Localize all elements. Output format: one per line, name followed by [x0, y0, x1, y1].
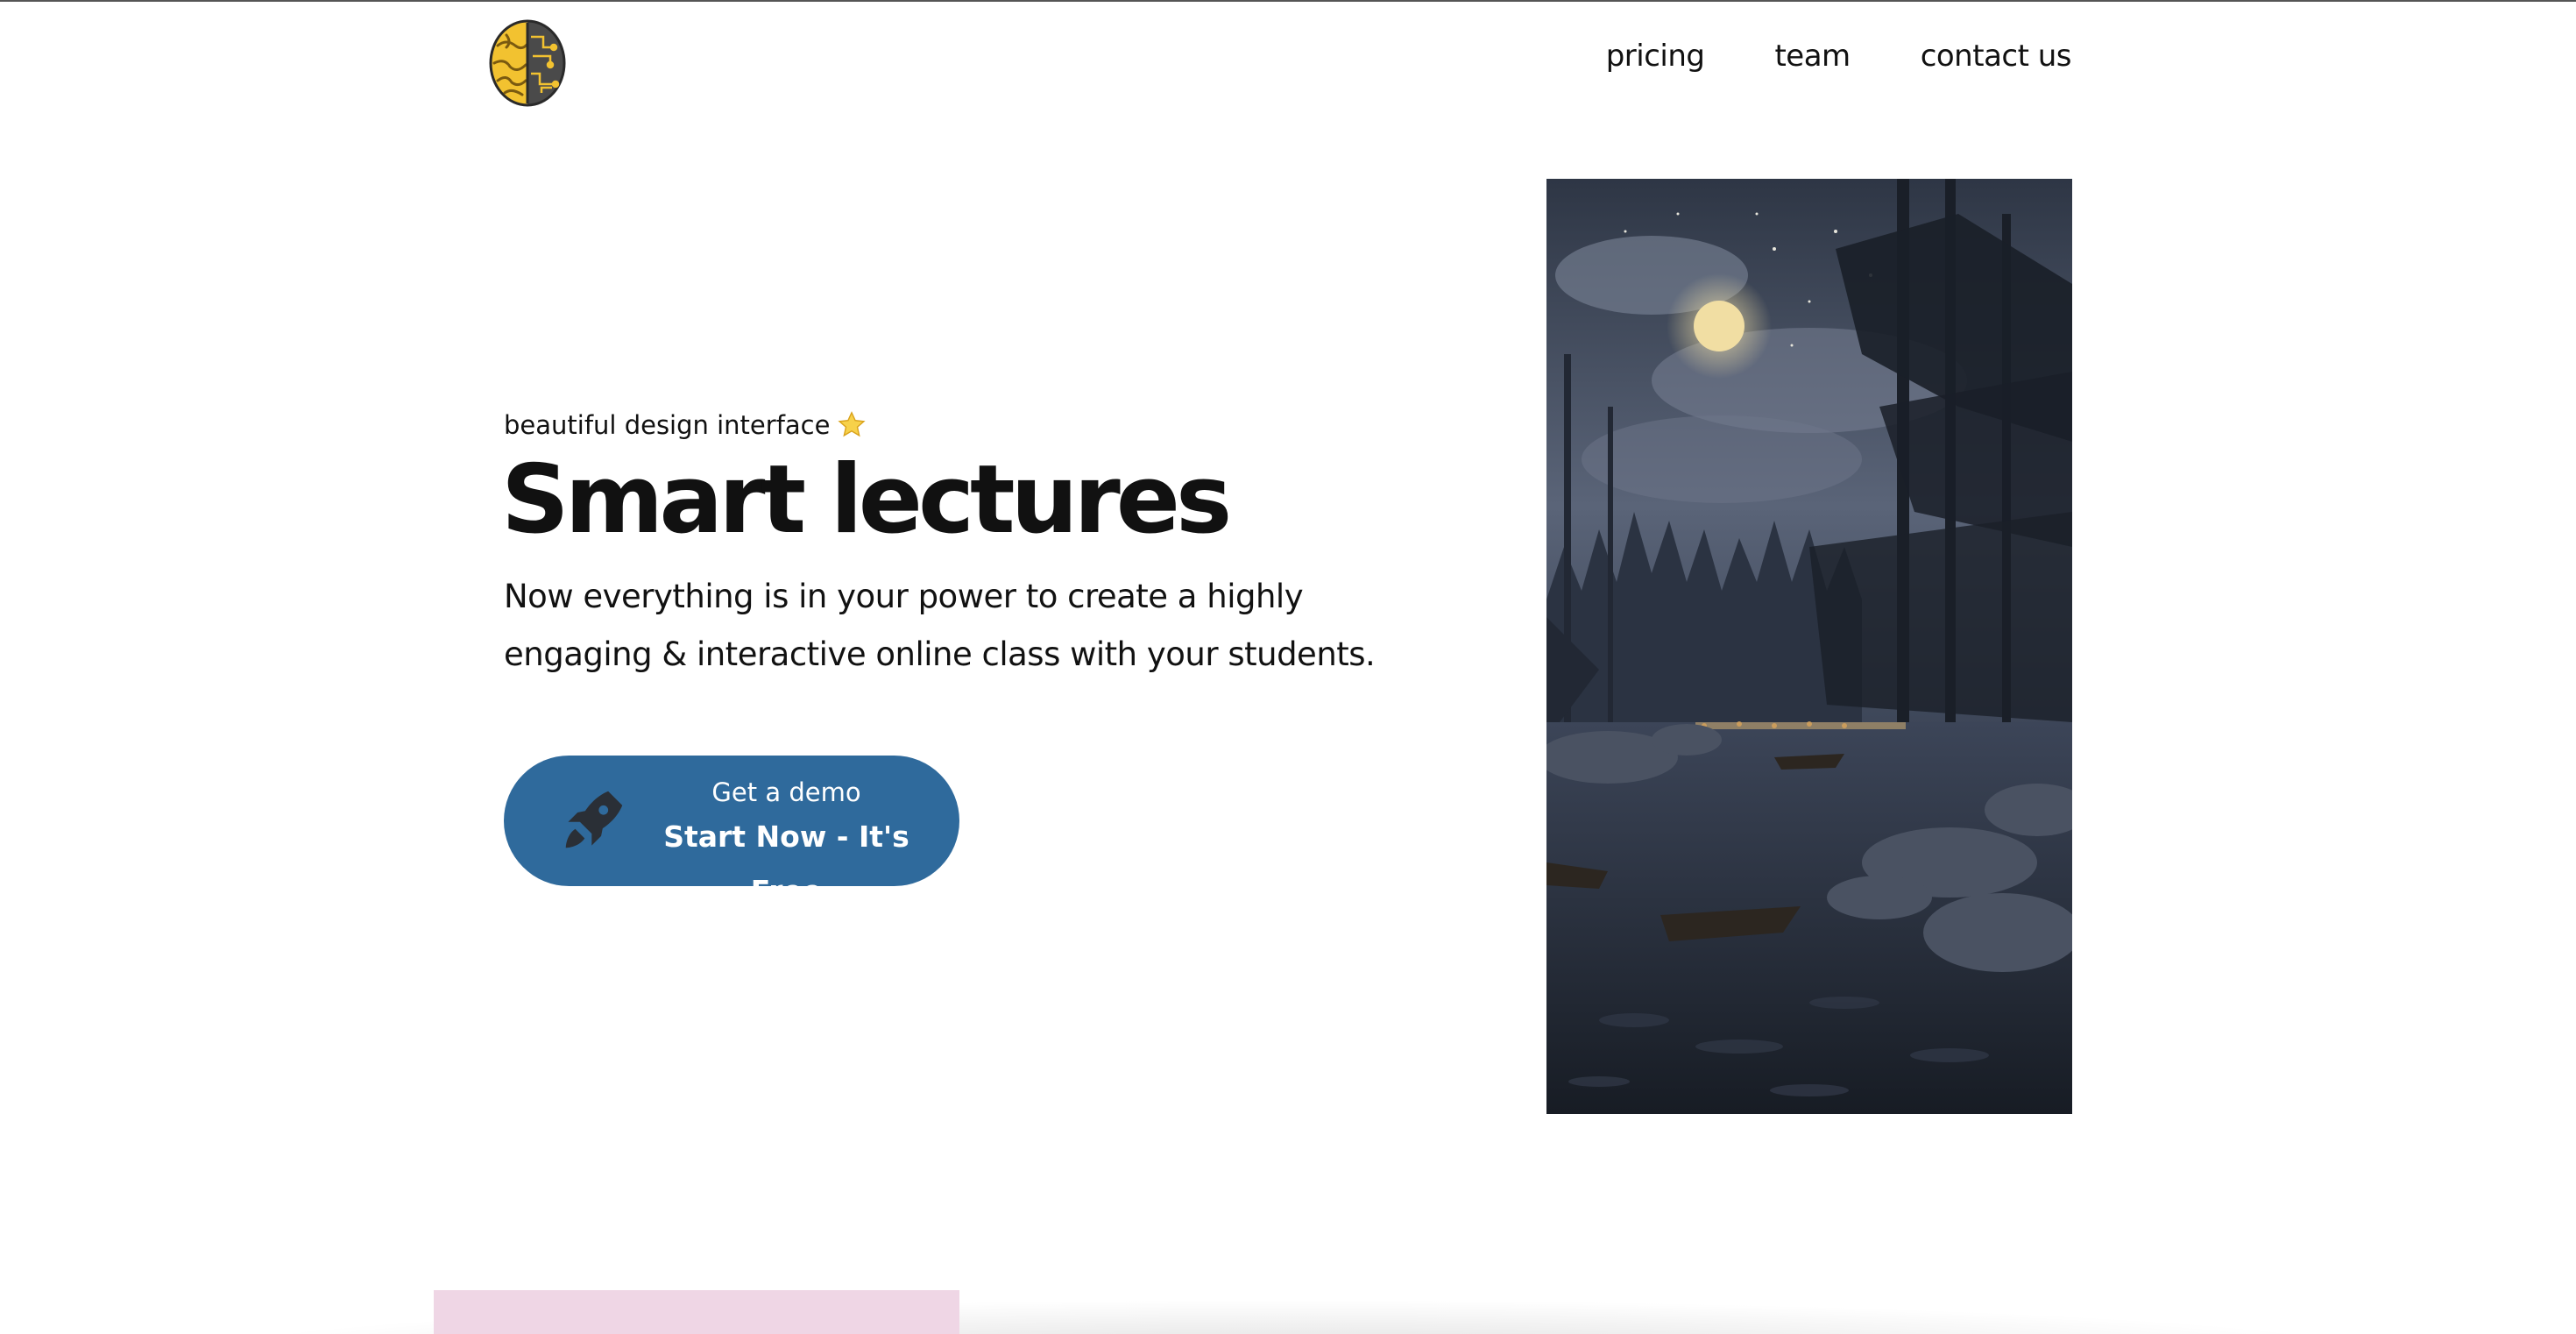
hero-description: Now everything is in your power to creat…	[504, 578, 1376, 673]
landing-page: pricing team contact us beautiful design…	[0, 0, 2576, 1334]
night-lake-illustration	[1546, 179, 2072, 1114]
start-now-button[interactable]: Get a demo Start Now - It's Free	[504, 756, 959, 908]
nav-team-link[interactable]: team	[1774, 39, 1851, 74]
nav-pricing-link[interactable]: pricing	[1606, 39, 1705, 74]
cta-main-label: Start Now - It's Free	[663, 820, 909, 908]
star-icon	[837, 410, 867, 440]
top-nav: pricing team contact us	[1606, 39, 2072, 74]
next-section-card	[434, 1290, 959, 1334]
hero-eyebrow: beautiful design interface	[504, 410, 867, 440]
nav-contact-link[interactable]: contact us	[1921, 39, 2072, 74]
cta-sub-label: Get a demo	[711, 777, 861, 807]
eyebrow-text: beautiful design interface	[504, 410, 831, 440]
section-divider-shadow	[0, 1290, 2576, 1334]
rocket-icon	[556, 782, 632, 857]
cta-text-group: Get a demo Start Now - It's Free	[631, 775, 942, 919]
brain-logo-icon[interactable]	[489, 19, 566, 107]
hero-title: Smart lectures	[501, 445, 1232, 555]
